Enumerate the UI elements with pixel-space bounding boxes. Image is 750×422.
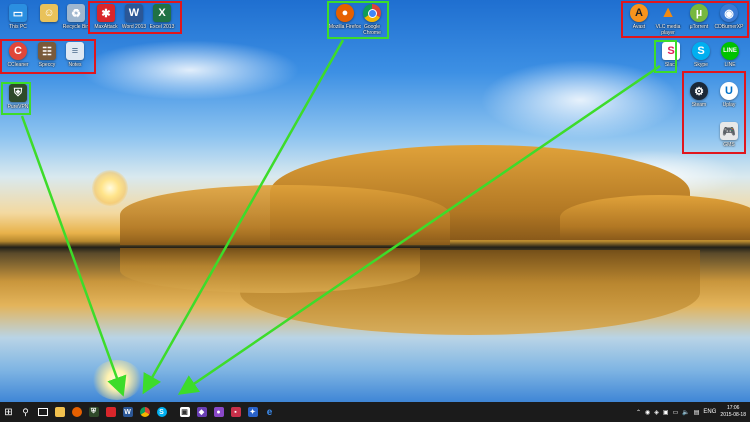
clock-time: 17:06 [726, 405, 740, 411]
folder-icon [54, 407, 65, 417]
task-view-icon [37, 408, 48, 416]
language-indicator[interactable]: ENG [703, 409, 716, 415]
tray-app-icon[interactable]: ◉ [645, 409, 650, 416]
tray-app-icon[interactable]: ▣ [663, 409, 669, 416]
taskbar-maxattack[interactable] [102, 402, 119, 422]
taskbar-store[interactable]: ▣ [176, 402, 193, 422]
firefox-logo-icon [71, 407, 82, 417]
store-bag-icon: ▣ [179, 407, 190, 417]
clock[interactable]: 17:06 2015-08-18 [720, 405, 746, 419]
search-button[interactable]: ⚲ [17, 402, 34, 422]
taskbar-skype[interactable]: S [153, 402, 170, 422]
shield-icon: ⛨ [88, 407, 99, 417]
task-view-button[interactable] [34, 402, 51, 422]
windows-logo-icon: ⊞ [4, 406, 13, 418]
splat-icon [105, 407, 116, 417]
notification-icon[interactable]: ▤ [694, 409, 700, 416]
app-icon: ✦ [247, 407, 258, 417]
chevron-up-icon[interactable]: ⌃ [636, 409, 641, 416]
taskbar-purevpn[interactable]: ⛨ [85, 402, 102, 422]
clock-date: 2015-08-18 [720, 412, 746, 418]
taskbar: ⊞ ⚲ ⛨ W S ▣ ◆ ● ▪ ✦ e ⌃ ◉ ◈ ▣ ▭ 🔈 ▤ ENG … [0, 402, 750, 422]
taskbar-app-violet[interactable]: ● [210, 402, 227, 422]
chrome-logo-icon [139, 407, 150, 417]
annotation-arrows [20, 39, 661, 397]
taskbar-app-blue[interactable]: ✦ [244, 402, 261, 422]
app-icon: ● [213, 407, 224, 417]
arrow-purevpn [20, 115, 127, 397]
tray-app-icon[interactable]: ◈ [654, 409, 659, 416]
app-icon: ◆ [196, 407, 207, 417]
arrow-browsers [142, 39, 345, 395]
taskbar-firefox[interactable] [68, 402, 85, 422]
arrow-slack [177, 64, 661, 395]
taskbar-file-explorer[interactable] [51, 402, 68, 422]
taskbar-chrome[interactable] [136, 402, 153, 422]
taskbar-app-red[interactable]: ▪ [227, 402, 244, 422]
volume-icon[interactable]: 🔈 [682, 409, 689, 416]
system-tray: ⌃ ◉ ◈ ▣ ▭ 🔈 ▤ ENG 17:06 2015-08-18 [636, 402, 750, 422]
search-icon: ⚲ [22, 406, 29, 417]
skype-logo-icon: S [156, 407, 167, 417]
app-icon: ▪ [230, 407, 241, 417]
network-icon[interactable]: ▭ [673, 409, 679, 416]
start-button[interactable]: ⊞ [0, 402, 17, 422]
taskbar-word[interactable]: W [119, 402, 136, 422]
taskbar-edge[interactable]: e [261, 402, 278, 422]
word-logo-icon: W [122, 407, 133, 417]
edge-logo-icon: e [266, 406, 273, 418]
taskbar-app-purple[interactable]: ◆ [193, 402, 210, 422]
